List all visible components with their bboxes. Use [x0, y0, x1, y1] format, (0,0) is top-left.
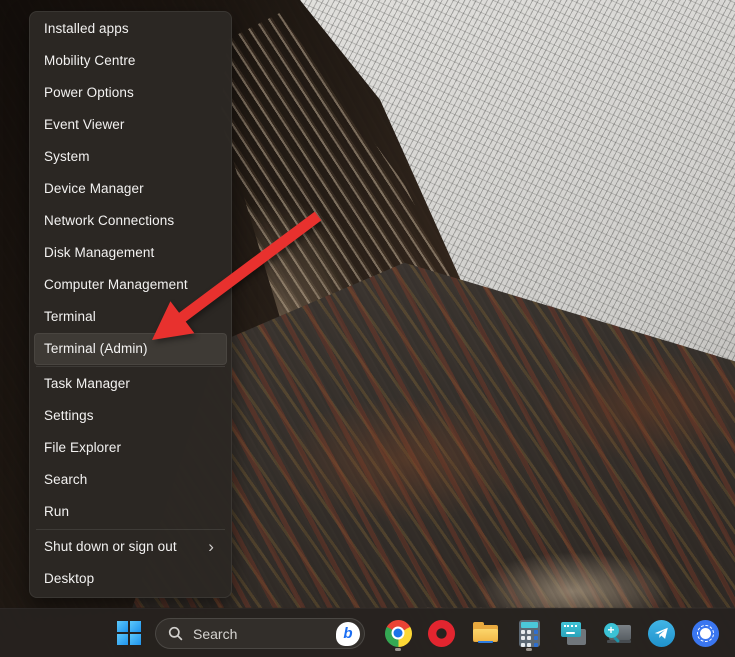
running-indicator [526, 648, 532, 651]
on-screen-keyboard-button[interactable] [553, 613, 593, 653]
menu-item-computer-management[interactable]: Computer Management [34, 269, 227, 301]
desktop-screen: Installed apps Mobility Centre Power Opt… [0, 0, 735, 657]
search-placeholder: Search [193, 626, 336, 642]
magnifier-app-icon: + [604, 620, 631, 647]
menu-item-terminal[interactable]: Terminal [34, 301, 227, 333]
menu-item-terminal-admin[interactable]: Terminal (Admin) [34, 333, 227, 365]
signal-icon [692, 620, 719, 647]
menu-item-task-manager[interactable]: Task Manager [34, 368, 227, 400]
menu-separator [36, 529, 225, 530]
chevron-right-icon: › [208, 531, 214, 563]
bing-icon[interactable]: b [336, 622, 360, 646]
file-explorer-button[interactable] [465, 613, 505, 653]
menu-item-network-connections[interactable]: Network Connections [34, 205, 227, 237]
on-screen-keyboard-icon [560, 620, 587, 647]
telegram-icon [648, 620, 675, 647]
taskbar-search[interactable]: Search b [155, 618, 365, 649]
search-icon [168, 626, 183, 641]
menu-item-desktop[interactable]: Desktop [34, 563, 227, 595]
file-explorer-icon [472, 620, 499, 647]
calculator-icon [516, 620, 543, 647]
menu-item-shutdown[interactable]: Shut down or sign out › [34, 531, 227, 563]
windows-logo-icon [117, 621, 141, 645]
menu-separator [36, 366, 225, 367]
winx-context-menu: Installed apps Mobility Centre Power Opt… [29, 11, 232, 598]
opera-button[interactable] [421, 613, 461, 653]
menu-item-file-explorer[interactable]: File Explorer [34, 432, 227, 464]
signal-button[interactable] [685, 613, 725, 653]
taskbar: Search b [0, 608, 735, 657]
chrome-icon [385, 620, 412, 647]
magnifier-app-button[interactable]: + [597, 613, 637, 653]
menu-item-power-options[interactable]: Power Options [34, 77, 227, 109]
telegram-button[interactable] [641, 613, 681, 653]
menu-item-device-manager[interactable]: Device Manager [34, 173, 227, 205]
menu-item-search[interactable]: Search [34, 464, 227, 496]
menu-item-run[interactable]: Run [34, 496, 227, 528]
menu-item-installed-apps[interactable]: Installed apps [34, 13, 227, 45]
menu-item-mobility-centre[interactable]: Mobility Centre [34, 45, 227, 77]
menu-item-label: Shut down or sign out [44, 539, 177, 554]
running-indicator [395, 648, 401, 651]
chrome-button[interactable] [378, 613, 418, 653]
menu-item-system[interactable]: System [34, 141, 227, 173]
menu-item-settings[interactable]: Settings [34, 400, 227, 432]
opera-icon [428, 620, 455, 647]
calculator-button[interactable] [509, 613, 549, 653]
menu-item-disk-management[interactable]: Disk Management [34, 237, 227, 269]
start-button[interactable] [109, 613, 149, 653]
menu-item-event-viewer[interactable]: Event Viewer [34, 109, 227, 141]
